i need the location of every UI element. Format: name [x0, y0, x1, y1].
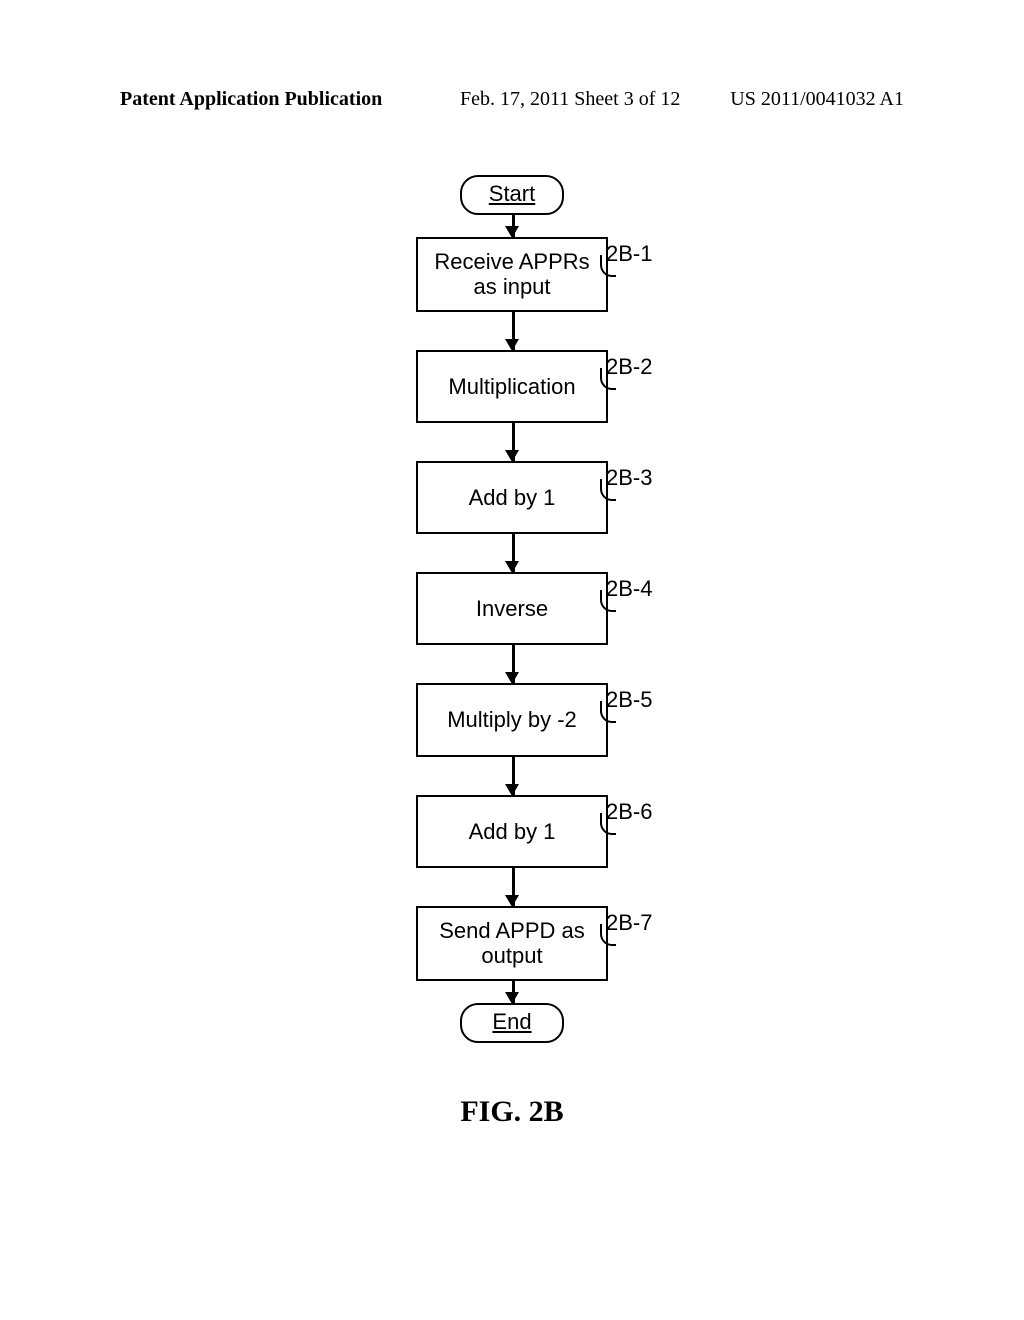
leader-line [600, 701, 616, 723]
flowchart: Start Receive APPRs as input 2B-1 Multip… [372, 175, 652, 1043]
process-step: Add by 1 2B-3 [416, 461, 608, 534]
step-text: Receive APPRs as input [434, 249, 589, 299]
process-step: Send APPD as output 2B-7 [416, 906, 608, 981]
step-text: Send APPD as output [439, 918, 585, 968]
process-step: Multiplication 2B-2 [416, 350, 608, 423]
process-step: Inverse 2B-4 [416, 572, 608, 645]
leader-line [600, 368, 616, 390]
leader-line [600, 479, 616, 501]
step-text: Inverse [476, 596, 548, 621]
start-node: Start [460, 175, 564, 215]
process-step: Add by 1 2B-6 [416, 795, 608, 868]
step-text: Add by 1 [469, 819, 556, 844]
step-text: Multiplication [448, 374, 575, 399]
end-node: End [460, 1003, 564, 1043]
header-right: US 2011/0041032 A1 [730, 88, 904, 111]
step-text: Multiply by -2 [447, 707, 577, 732]
header-left: Patent Application Publication [120, 88, 382, 111]
step-text: Add by 1 [469, 485, 556, 510]
leader-line [600, 924, 616, 946]
leader-line [600, 813, 616, 835]
figure-caption: FIG. 2B [0, 1095, 1024, 1129]
process-step: Receive APPRs as input 2B-1 [416, 237, 608, 312]
header-center: Feb. 17, 2011 Sheet 3 of 12 [460, 88, 680, 111]
leader-line [600, 255, 616, 277]
process-step: Multiply by -2 2B-5 [416, 683, 608, 756]
leader-line [600, 590, 616, 612]
